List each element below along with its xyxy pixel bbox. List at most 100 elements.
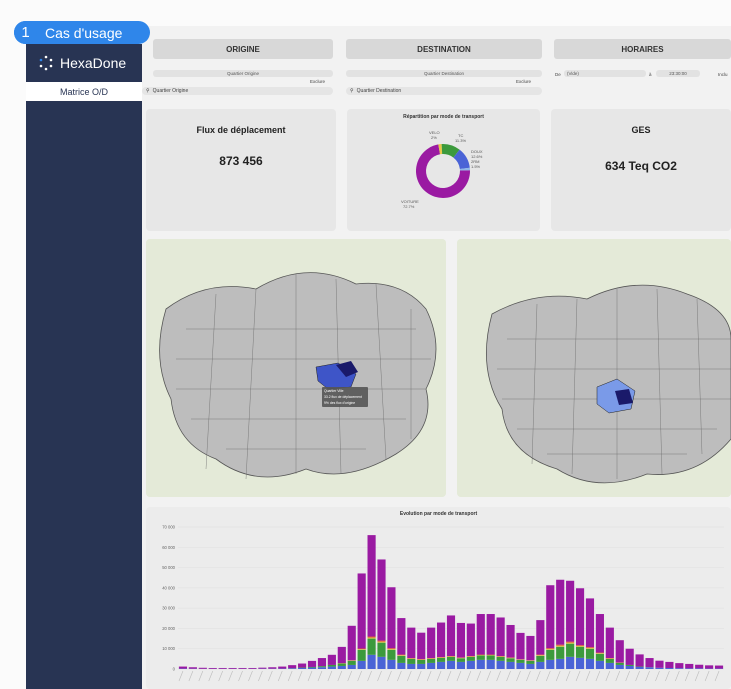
bar-segment-voiture[interactable] — [307, 660, 317, 667]
bar-segment-doux[interactable] — [337, 665, 346, 669]
bar-segment-voiture[interactable] — [566, 580, 575, 642]
bar-segment-doux[interactable] — [437, 661, 446, 669]
bar-segment-voiture[interactable] — [625, 648, 634, 665]
bar-segment-tc[interactable] — [307, 666, 317, 668]
bar-segment-tc[interactable] — [407, 658, 416, 664]
bar-segment-voiture[interactable] — [397, 618, 406, 655]
bar-segment-voiture[interactable] — [427, 627, 436, 659]
bar-segment-tc[interactable] — [595, 653, 604, 661]
bar-segment-doux[interactable] — [298, 667, 307, 669]
bar-segment-voiture[interactable] — [486, 614, 495, 655]
bar-segment-voiture[interactable] — [238, 667, 247, 669]
bar-segment-tc[interactable] — [357, 649, 366, 661]
bar-segment-velo[interactable] — [387, 648, 396, 650]
bar-segment-voiture[interactable] — [258, 667, 267, 669]
bar-segment-2rm[interactable] — [367, 636, 376, 638]
bar-segment-2rm[interactable] — [377, 640, 386, 642]
bar-segment-tc[interactable] — [317, 666, 327, 668]
bar-segment-tc[interactable] — [387, 649, 396, 660]
bar-segment-voiture[interactable] — [635, 654, 644, 667]
bar-segment-voiture[interactable] — [536, 620, 545, 655]
bar-segment-2rm[interactable] — [387, 648, 396, 649]
bar-segment-tc[interactable] — [397, 655, 406, 663]
bar-segment-voiture[interactable] — [665, 661, 674, 668]
bar-segment-doux[interactable] — [526, 663, 535, 669]
bar-segment-voiture[interactable] — [188, 667, 197, 669]
bar-segment-doux[interactable] — [486, 659, 495, 669]
bar-segment-voiture[interactable] — [615, 640, 624, 663]
bar-segment-voiture[interactable] — [377, 559, 386, 641]
bar-segment-tc[interactable] — [327, 664, 336, 667]
bar-segment-2rm[interactable] — [397, 654, 406, 656]
bar-segment-tc[interactable] — [566, 643, 575, 657]
bar-segment-doux[interactable] — [446, 660, 456, 669]
bar-segment-doux[interactable] — [466, 660, 475, 669]
bar-segment-velo[interactable] — [536, 655, 545, 656]
bar-segment-doux[interactable] — [476, 659, 485, 669]
bar-segment-tc[interactable] — [367, 638, 376, 655]
bar-segment-tc[interactable] — [625, 664, 634, 666]
bar-segment-tc[interactable] — [526, 660, 535, 664]
bar-segment-voiture[interactable] — [367, 535, 376, 637]
origin-map[interactable]: Quartier Ville 33.2 flux de déplacement … — [146, 239, 446, 497]
origine-exclude-checkbox[interactable]: Exclure — [310, 79, 325, 84]
bar-segment-velo[interactable] — [546, 648, 555, 650]
bar-segment-voiture[interactable] — [228, 667, 237, 669]
bar-segment-doux[interactable] — [615, 664, 624, 669]
bar-segment-doux[interactable] — [665, 667, 674, 669]
bar-segment-2rm[interactable] — [566, 641, 575, 643]
sidebar-item-matrice-od[interactable]: Matrice O/D — [26, 82, 142, 101]
bar-segment-doux[interactable] — [556, 658, 565, 669]
bar-segment-voiture[interactable] — [218, 667, 227, 669]
bar-segment-doux[interactable] — [317, 667, 327, 669]
bar-segment-voiture[interactable] — [357, 573, 366, 649]
bar-segment-voiture[interactable] — [695, 664, 704, 669]
bar-segment-velo[interactable] — [397, 655, 406, 656]
bar-segment-doux[interactable] — [625, 665, 634, 669]
origine-search-input[interactable]: ⚲ Quartier Origine — [142, 87, 333, 95]
bar-segment-voiture[interactable] — [526, 635, 535, 661]
bar-segment-tc[interactable] — [536, 655, 545, 662]
bar-segment-2rm[interactable] — [546, 648, 555, 649]
bar-segment-voiture[interactable] — [268, 667, 277, 669]
bar-segment-voiture[interactable] — [298, 663, 307, 668]
bar-segment-voiture[interactable] — [585, 598, 595, 648]
bar-segment-doux[interactable] — [377, 656, 386, 669]
bar-segment-velo[interactable] — [585, 647, 595, 649]
brand[interactable]: HexaDone — [26, 44, 142, 82]
bar-segment-voiture[interactable] — [198, 667, 207, 669]
bar-segment-doux[interactable] — [575, 657, 585, 669]
destination-map[interactable] — [457, 239, 731, 497]
bar-segment-doux[interactable] — [387, 659, 396, 669]
bar-segment-doux[interactable] — [635, 666, 644, 669]
bar-segment-doux[interactable] — [536, 661, 545, 669]
bar-segment-tc[interactable] — [466, 656, 475, 661]
bar-segment-doux[interactable] — [595, 660, 604, 669]
bar-segment-doux[interactable] — [427, 662, 436, 669]
bar-segment-doux[interactable] — [685, 668, 694, 669]
bar-segment-doux[interactable] — [407, 663, 416, 669]
bar-segment-doux[interactable] — [307, 667, 317, 669]
bar-segment-tc[interactable] — [585, 648, 595, 659]
bar-segment-2rm[interactable] — [536, 654, 545, 656]
horaires-from-select[interactable]: (Vide) — [564, 70, 646, 77]
bar-segment-tc[interactable] — [446, 656, 456, 661]
bar-segment-voiture[interactable] — [506, 624, 515, 658]
bar-segment-doux[interactable] — [367, 654, 376, 669]
bar-segment-tc[interactable] — [456, 658, 465, 662]
bar-segment-voiture[interactable] — [288, 665, 297, 669]
bar-segment-voiture[interactable] — [417, 632, 426, 660]
destination-exclude-checkbox[interactable]: Exclure — [516, 79, 531, 84]
bar-segment-doux[interactable] — [397, 662, 406, 669]
bar-segment-tc[interactable] — [437, 657, 446, 662]
bar-segment-voiture[interactable] — [546, 585, 555, 649]
bar-segment-voiture[interactable] — [327, 654, 336, 665]
bar-segment-velo[interactable] — [595, 653, 604, 654]
bar-segment-voiture[interactable] — [407, 627, 416, 659]
bar-segment-voiture[interactable] — [387, 587, 396, 649]
bar-segment-doux[interactable] — [695, 668, 704, 669]
bar-segment-voiture[interactable] — [437, 622, 446, 658]
bar-segment-tc[interactable] — [605, 658, 614, 663]
bar-segment-2rm[interactable] — [556, 644, 565, 646]
bar-segment-doux[interactable] — [506, 661, 515, 669]
